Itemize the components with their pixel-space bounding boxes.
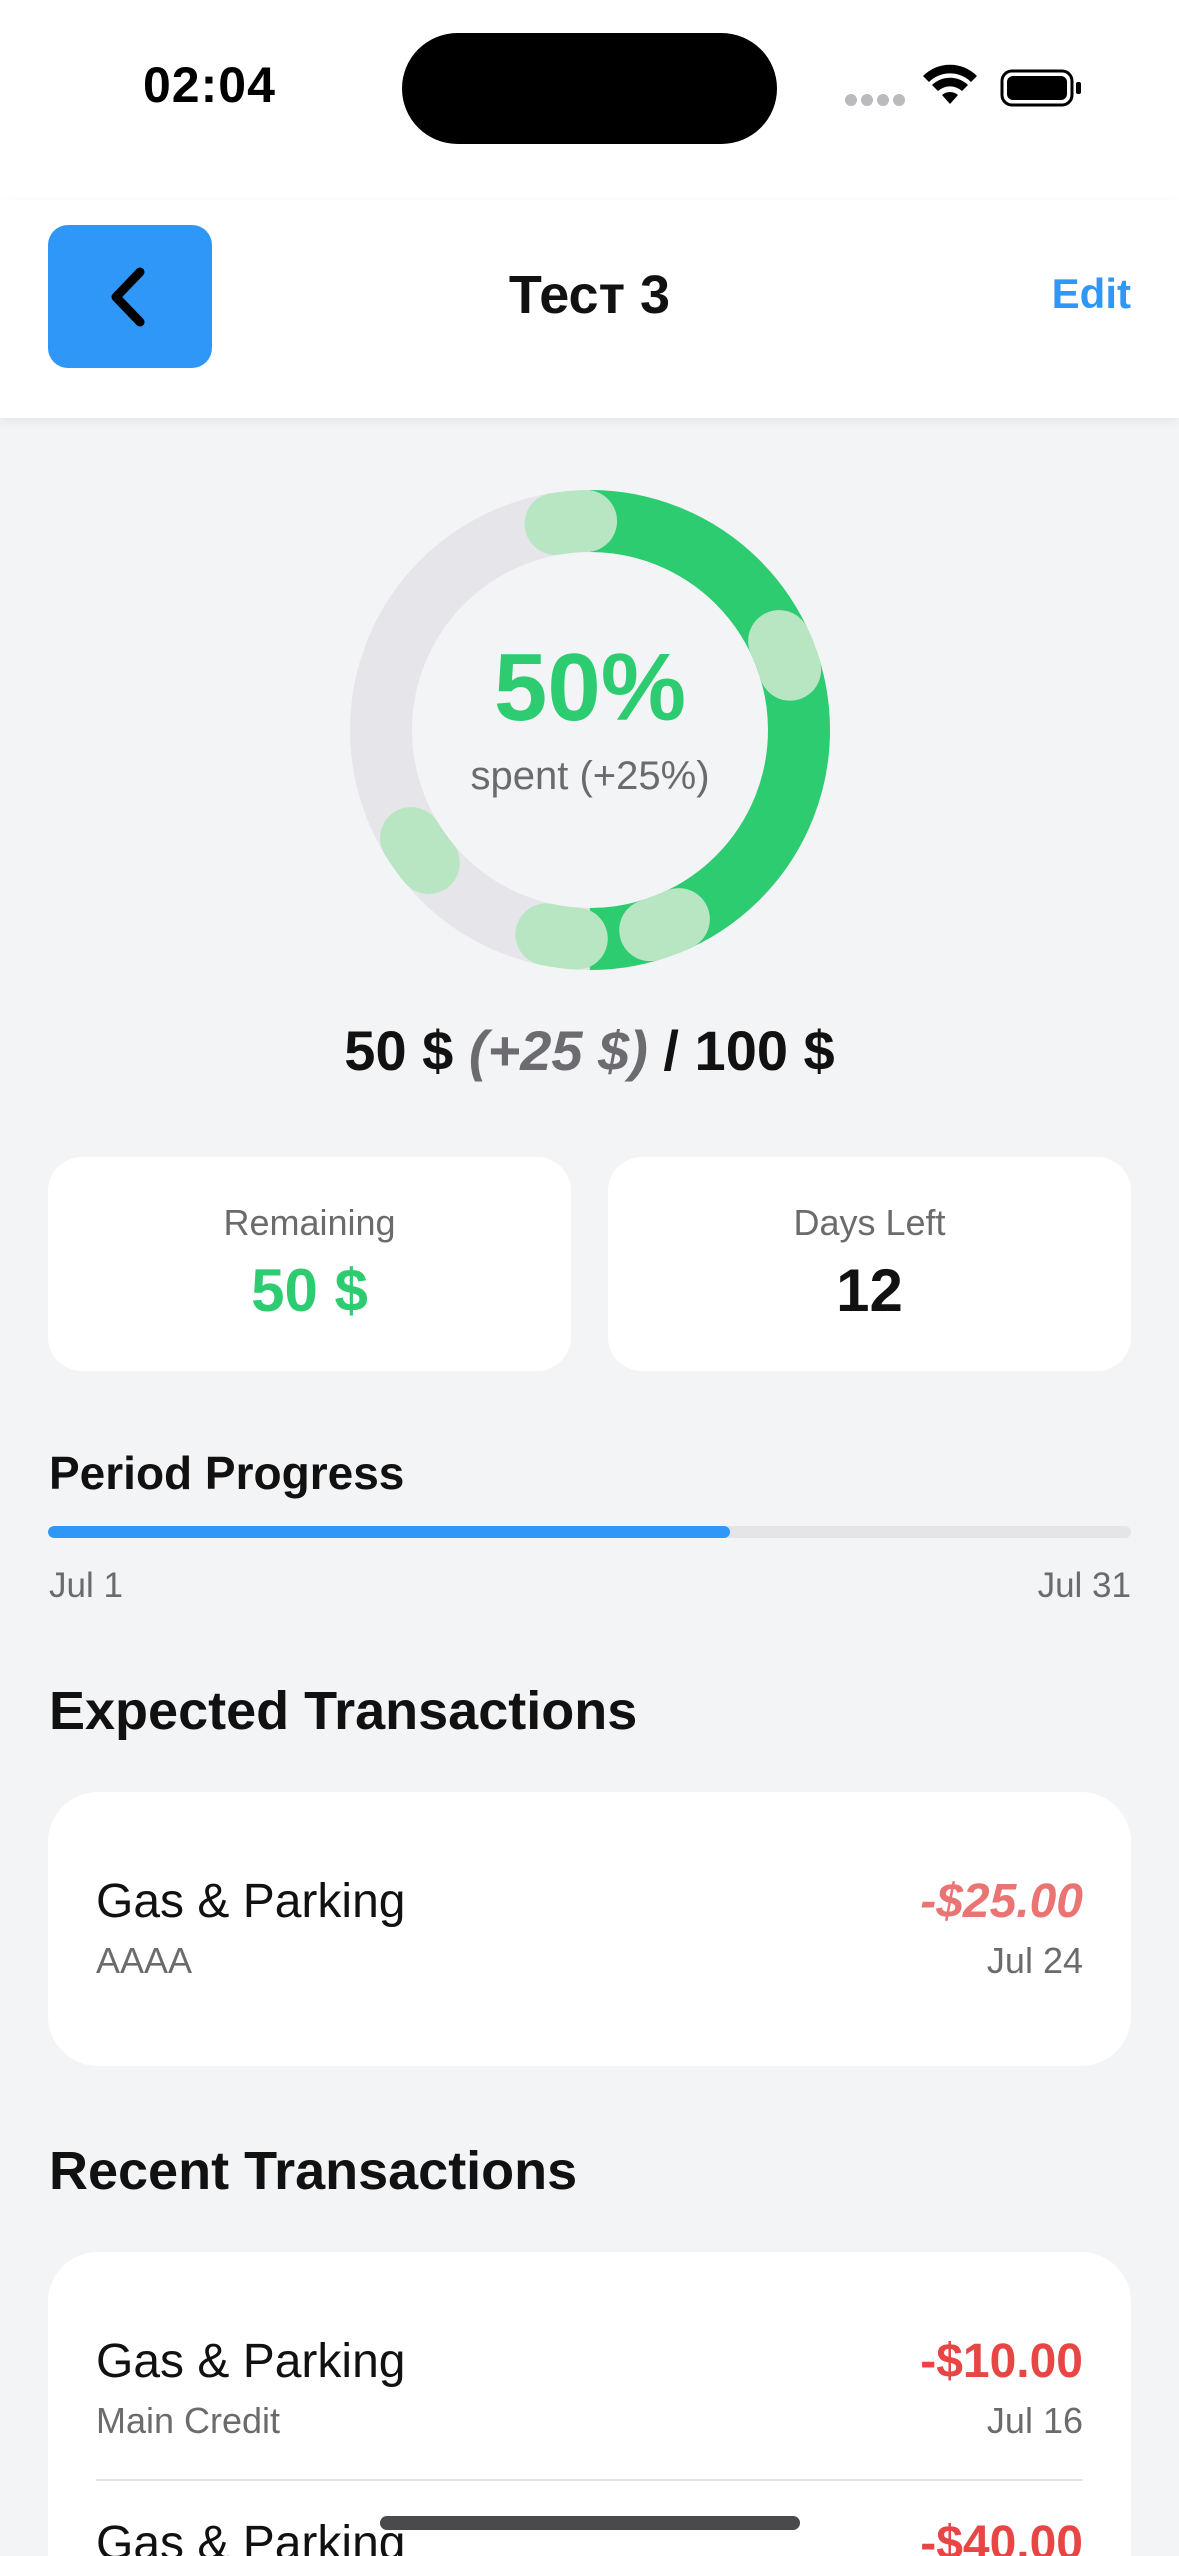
- transaction-name: Gas & Parking: [96, 2335, 406, 2388]
- period-end-date: Jul 31: [1037, 1566, 1131, 1605]
- transaction-amount: -$40.00: [920, 2517, 1083, 2556]
- period-progress-title: Period Progress: [49, 1447, 405, 1499]
- signal-icon: [845, 93, 909, 111]
- ring-center: 50% spent (+25%): [350, 640, 830, 799]
- home-indicator[interactable]: [380, 2516, 800, 2530]
- amount-total: 100 $: [694, 1019, 835, 1082]
- transaction-name: Gas & Parking: [96, 2517, 406, 2556]
- amount-spent: 50 $: [344, 1019, 454, 1082]
- wifi-icon: [923, 64, 977, 104]
- days-left-label: Days Left: [793, 1202, 946, 1243]
- period-progress-fill: [48, 1526, 731, 1538]
- spent-label: spent (+25%): [470, 754, 710, 798]
- list-item[interactable]: Gas & Parking AAAA -$25.00 Jul 24: [96, 1874, 1083, 1994]
- transaction-account: AAAA: [96, 1940, 193, 1981]
- list-item[interactable]: Gas & Parking Main Credit -$10.00 Jul 16: [96, 2334, 1083, 2454]
- remaining-label: Remaining: [223, 1202, 396, 1243]
- expected-transactions-title: Expected Transactions: [49, 1681, 638, 1741]
- page-title: Тест 3: [508, 265, 671, 325]
- transaction-date: Jul 16: [986, 2400, 1083, 2441]
- spent-percent: 50%: [493, 634, 687, 741]
- amount-separator: /: [663, 1019, 679, 1082]
- transaction-date: Jul 24: [986, 1940, 1083, 1981]
- expected-transactions-card: Gas & Parking AAAA -$25.00 Jul 24: [48, 1792, 1131, 2066]
- period-start-date: Jul 1: [49, 1566, 123, 1605]
- days-left-card: Days Left 12: [608, 1157, 1131, 1371]
- status-bar: 02:04: [0, 0, 1179, 200]
- transaction-amount: -$25.00: [920, 1875, 1083, 1928]
- period-progress-bar: [48, 1526, 1131, 1538]
- transaction-amount: -$10.00: [920, 2335, 1083, 2388]
- amount-pending: (+25 $): [468, 1019, 648, 1082]
- battery-icon: [1000, 69, 1081, 107]
- transaction-name: Gas & Parking: [96, 1875, 406, 1928]
- remaining-card: Remaining 50 $: [48, 1157, 571, 1371]
- remaining-value: 50 $: [251, 1257, 368, 1324]
- recent-transactions-title: Recent Transactions: [49, 2141, 578, 2201]
- transaction-account: Main Credit: [96, 2400, 281, 2441]
- days-left-value: 12: [836, 1257, 903, 1324]
- recent-transactions-card: Gas & Parking Main Credit -$10.00 Jul 16…: [48, 2252, 1131, 2556]
- budget-amount: 50 $ (+25 $) / 100 $: [0, 1018, 1179, 1083]
- nav-bar: Тест 3 Edit: [0, 200, 1179, 418]
- divider: [96, 2479, 1083, 2481]
- edit-button[interactable]: Edit: [1052, 270, 1131, 318]
- dynamic-island: [402, 33, 777, 144]
- status-time: 02:04: [143, 57, 276, 113]
